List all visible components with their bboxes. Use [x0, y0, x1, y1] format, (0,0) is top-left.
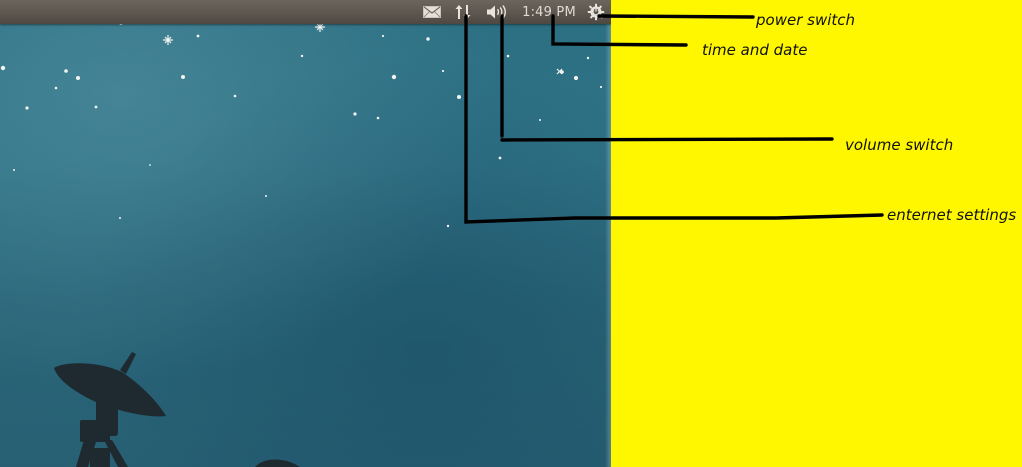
internet-pointer-line: [464, 14, 884, 224]
time-pointer-line: [551, 14, 688, 47]
internet-settings-label: enternet settings: [887, 206, 1017, 224]
annotated-screenshot: 1:49 PM power switch time and date volum…: [0, 0, 1022, 467]
annotation-lines: [464, 14, 884, 224]
volume-switch-label: volume switch: [845, 136, 954, 154]
power-switch-label: power switch: [756, 11, 856, 29]
time-and-date-label: time and date: [702, 41, 808, 59]
power-pointer-line: [597, 14, 755, 19]
